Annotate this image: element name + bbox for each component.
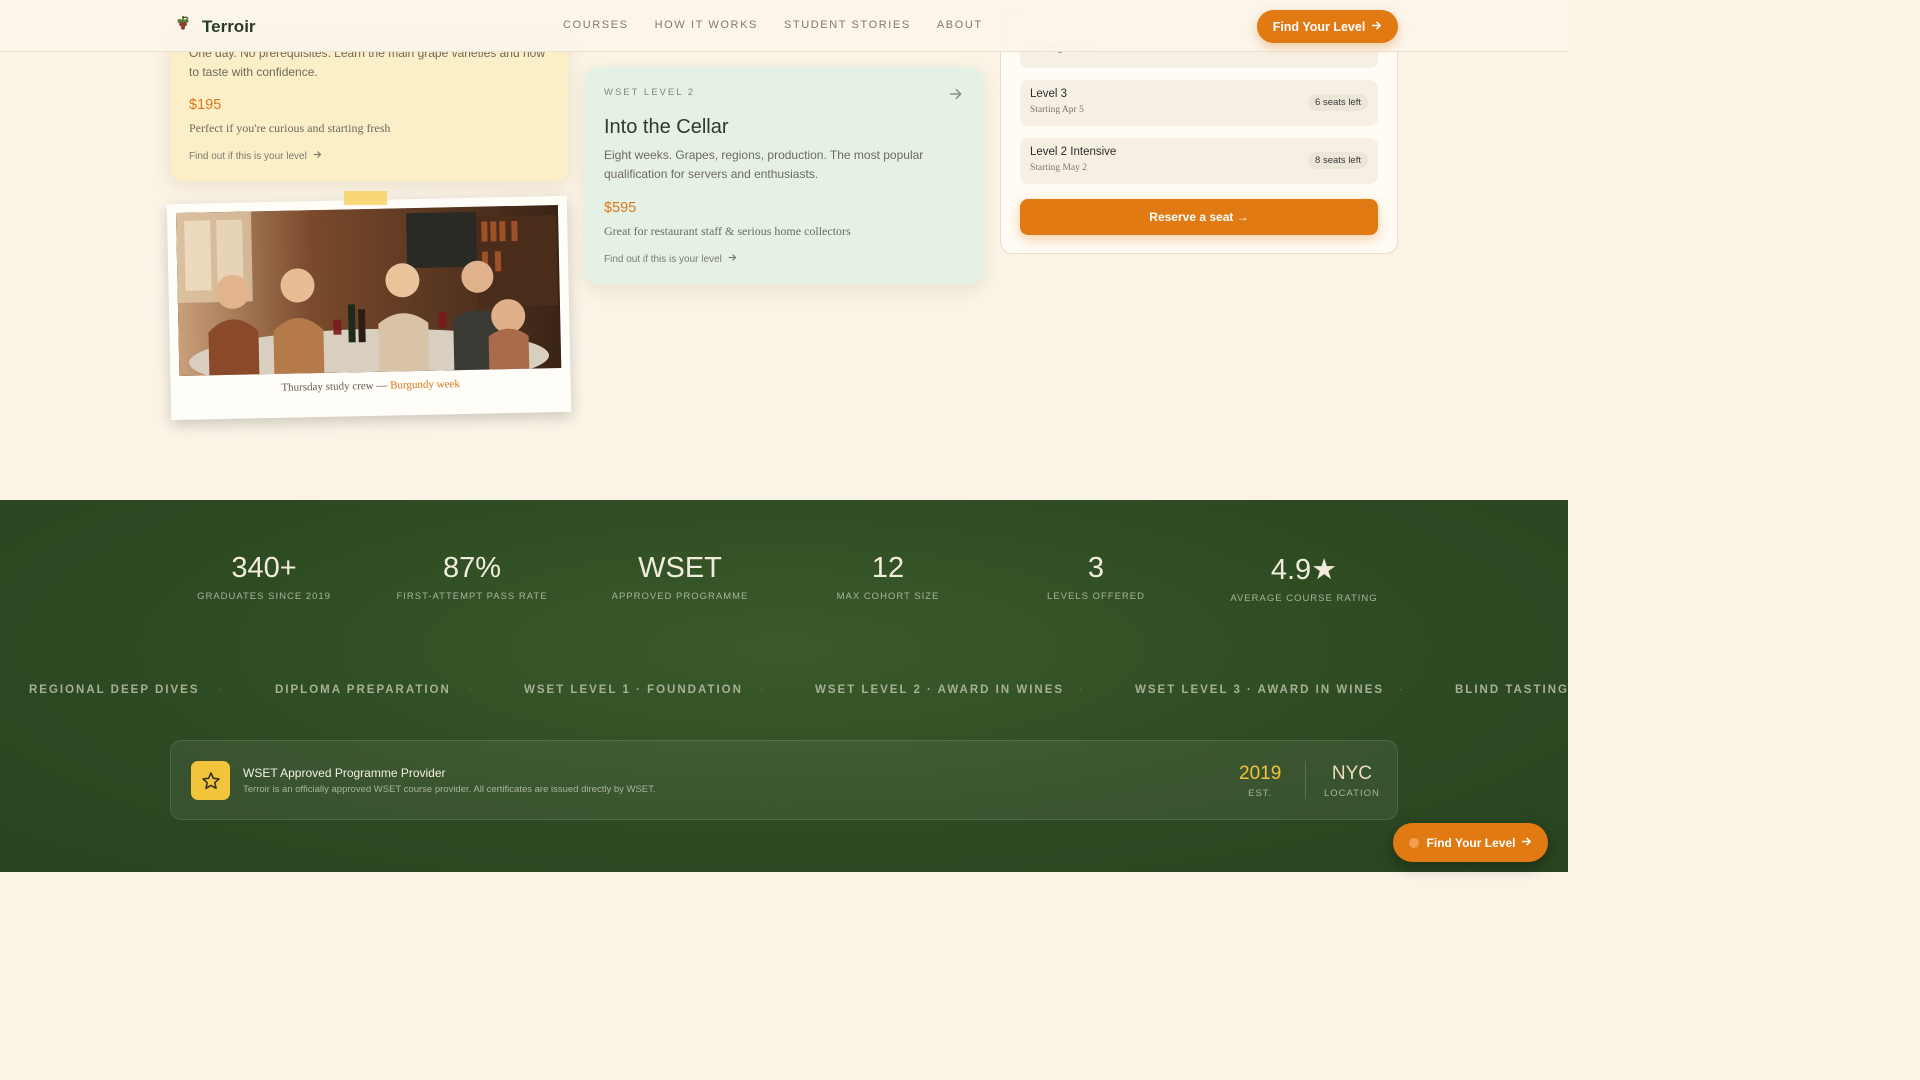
fact-label: LOCATION <box>1324 788 1380 799</box>
study-group-photo <box>175 205 562 376</box>
stat-value: 12 <box>871 552 905 584</box>
stat-item: 340+ GRADUATES SINCE 2019 <box>169 552 359 602</box>
ticker-separator: · <box>1079 684 1083 696</box>
ticker-item: WSET LEVEL 2 · AWARD IN WINES <box>815 684 1065 696</box>
ticker-item: WSET LEVEL 1 · FOUNDATION <box>524 684 743 696</box>
nav-link-student-stories[interactable]: STUDENT STORIES <box>784 19 911 31</box>
stat-item: 4.9★ AVERAGE COURSE RATING <box>1209 552 1399 604</box>
reserve-seat-button[interactable]: Reserve a seat → <box>1020 199 1378 235</box>
stat-value: 87% <box>442 552 502 584</box>
stats-section: 340+ GRADUATES SINCE 2019 87% FIRST-ATTE… <box>0 500 1568 872</box>
stat-label: APPROVED PROGRAMME <box>611 591 749 602</box>
badge-subtitle: Terroir is an officially approved WSET c… <box>243 784 656 795</box>
fact-value: NYC <box>1331 763 1372 784</box>
nav-link-about[interactable]: ABOUT <box>937 19 983 31</box>
card-description: Eight weeks. Grapes, regions, production… <box>604 148 924 181</box>
arrow-right-icon[interactable] <box>949 87 963 106</box>
stat-value: 340+ <box>231 552 297 584</box>
find-level-link-label: Find out if this is your level <box>189 150 307 162</box>
arrow-right-icon <box>728 253 737 265</box>
photo-caption-accent: Burgundy week <box>390 378 461 392</box>
course-card-level-1[interactable]: One day. No prerequisites. Learn the mai… <box>170 30 568 181</box>
arrow-right-icon <box>1521 836 1532 850</box>
card-kicker: WSET LEVEL 2 <box>604 87 696 98</box>
brand-logo[interactable]: Terroir <box>174 15 256 38</box>
seats-badge: 6 seats left <box>1308 94 1368 111</box>
course-ticker: REGIONAL DEEP DIVES · DIPLOMA PREPARATIO… <box>0 684 1568 700</box>
stat-item: 12 MAX COHORT SIZE <box>793 552 983 602</box>
stat-label: GRADUATES SINCE 2019 <box>197 591 331 602</box>
floating-find-your-level-button[interactable]: Find Your Level <box>1393 823 1548 862</box>
ticker-separator: · <box>468 684 472 696</box>
ticker-item: WSET LEVEL 3 · AWARD IN WINES <box>1135 684 1385 696</box>
ticker-separator: · <box>218 684 222 696</box>
badge-title: WSET Approved Programme Provider <box>243 766 446 780</box>
ticker-item: BLIND TASTING <box>1455 684 1568 696</box>
schedule-item[interactable]: Level 3 Starting Apr 5 6 seats left <box>1020 80 1378 126</box>
stat-item: 3 LEVELS OFFERED <box>1001 552 1191 602</box>
ticker-item: REGIONAL DEEP DIVES <box>29 684 200 696</box>
card-subline: Great for restaurant staff & serious hom… <box>604 224 851 238</box>
photo-caption: Thursday study crew — Burgundy week <box>171 376 571 396</box>
arrow-right-icon <box>1371 20 1382 34</box>
seats-badge: 8 seats left <box>1308 152 1368 169</box>
schedule-item[interactable]: Level 2 Intensive Starting May 2 8 seats… <box>1020 138 1378 184</box>
card-subline: Perfect if you're curious and starting f… <box>189 121 391 135</box>
fact-label: EST. <box>1248 788 1273 799</box>
stat-item: 87% FIRST-ATTEMPT PASS RATE <box>377 552 567 602</box>
brand-name: Terroir <box>202 16 256 36</box>
polaroid-photo: Thursday study crew — Burgundy week <box>166 195 572 421</box>
star-icon <box>191 761 230 800</box>
nav-link-how-it-works[interactable]: HOW IT WORKS <box>655 19 758 31</box>
stat-label: MAX COHORT SIZE <box>836 591 940 602</box>
divider <box>1305 761 1306 799</box>
find-level-link[interactable]: Find out if this is your level <box>189 150 322 162</box>
schedule-date: Starting May 2 <box>1030 163 1087 173</box>
stat-item: WSET APPROVED PROGRAMME <box>585 552 775 602</box>
course-card-level-2[interactable]: WSET LEVEL 2 Into the Cellar Eight weeks… <box>585 67 983 284</box>
ticker-item: DIPLOMA PREPARATION <box>275 684 451 696</box>
fact-established: 2019 EST. <box>1239 763 1281 799</box>
card-title: Into the Cellar <box>604 116 729 138</box>
card-price: $595 <box>604 200 637 216</box>
stat-value: 3 <box>1087 552 1105 584</box>
top-nav: Terroir COURSES HOW IT WORKS STUDENT STO… <box>0 0 1568 52</box>
card-price: $195 <box>189 97 222 113</box>
schedule-date: Starting Apr 5 <box>1030 105 1084 115</box>
fact-location: NYC LOCATION <box>1324 763 1380 799</box>
tape-strip <box>344 191 387 205</box>
find-level-link-label: Find out if this is your level <box>604 253 722 265</box>
floating-cta-label: Find Your Level <box>1426 835 1516 850</box>
fact-value: 2019 <box>1239 763 1282 784</box>
grape-icon <box>174 15 192 38</box>
provider-badge: WSET Approved Programme Provider Terroir… <box>170 740 1398 820</box>
nav-link-courses[interactable]: COURSES <box>563 19 629 31</box>
ticker-separator: · <box>760 684 764 696</box>
schedule-name: Level 2 Intensive <box>1030 146 1117 158</box>
stat-label: FIRST-ATTEMPT PASS RATE <box>396 591 548 602</box>
schedule-name: Level 3 <box>1030 88 1068 100</box>
arrow-right-icon <box>313 150 322 162</box>
find-your-level-button[interactable]: Find Your Level <box>1257 10 1398 43</box>
nav-links: COURSES HOW IT WORKS STUDENT STORIES ABO… <box>563 19 983 31</box>
find-your-level-label: Find Your Level <box>1272 19 1366 34</box>
stat-value: 4.9★ <box>1270 554 1338 586</box>
photo-caption-text: Thursday study crew — <box>281 379 388 394</box>
ticker-separator: · <box>1399 684 1403 696</box>
stat-label: LEVELS OFFERED <box>1047 591 1145 602</box>
find-level-link[interactable]: Find out if this is your level <box>604 253 737 265</box>
stat-label: AVERAGE COURSE RATING <box>1230 593 1378 604</box>
stat-value: WSET <box>638 552 722 584</box>
status-dot <box>1408 837 1419 848</box>
